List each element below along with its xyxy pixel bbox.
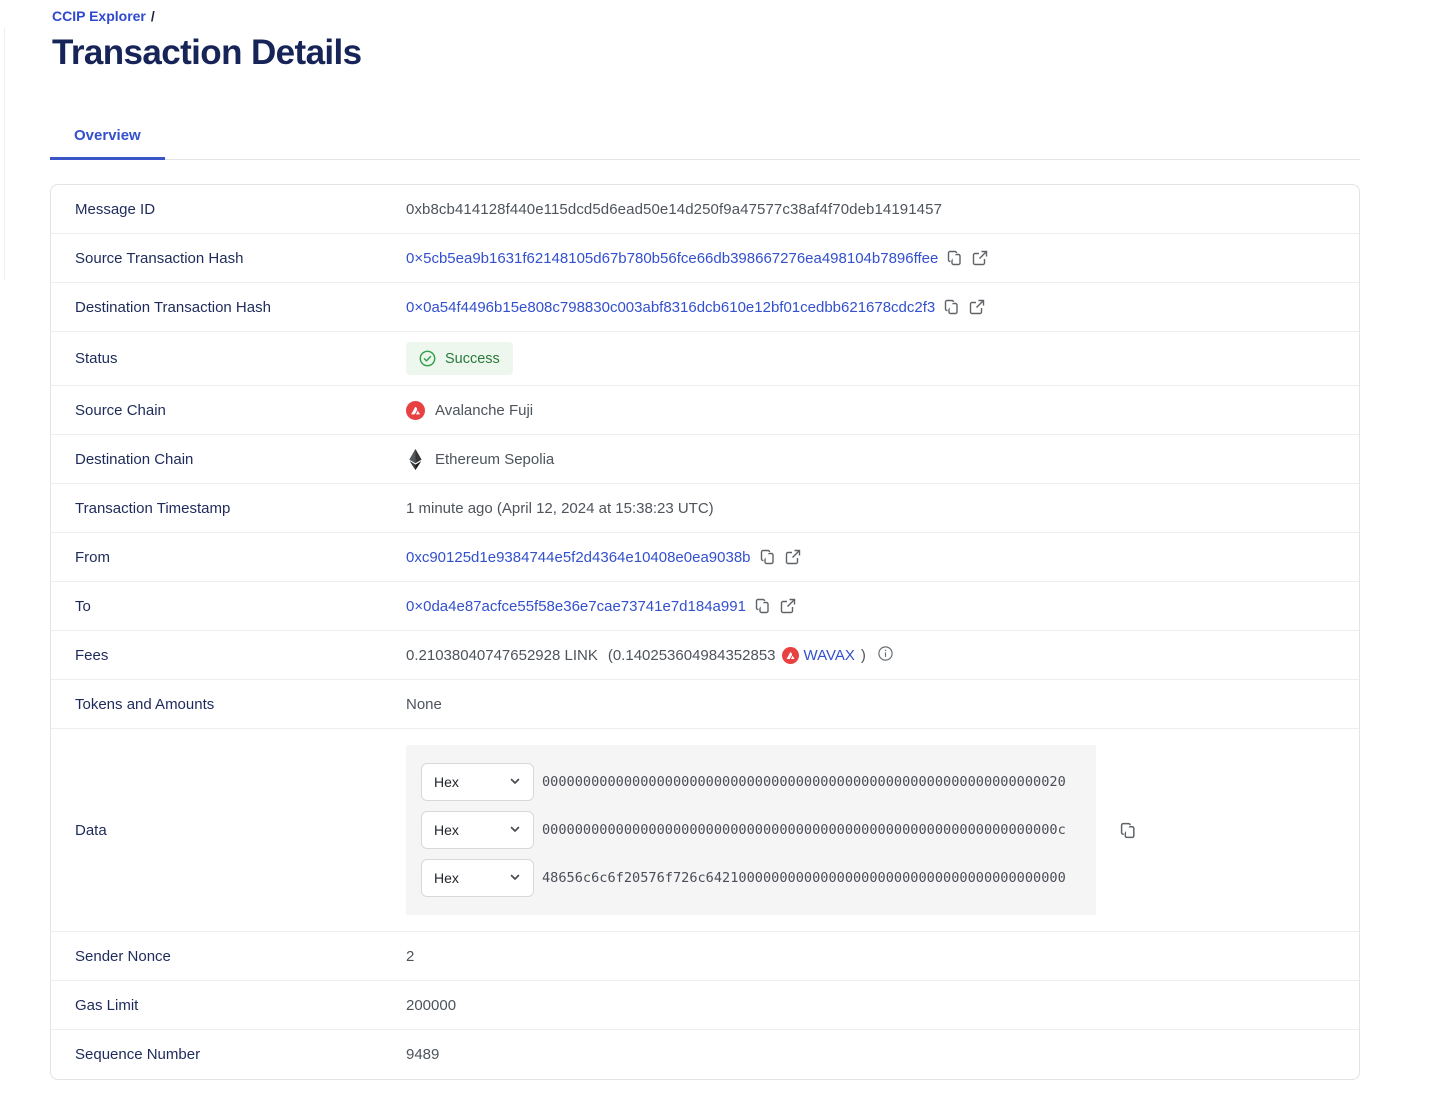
chevron-down-icon xyxy=(509,774,521,790)
chevron-down-icon xyxy=(509,870,521,886)
tokens-amounts-label: Tokens and Amounts xyxy=(75,696,406,713)
data-hex-box: Hex 000000000000000000000000000000000000… xyxy=(406,745,1096,915)
page-edge-line xyxy=(4,28,5,280)
tab-overview[interactable]: Overview xyxy=(50,117,165,160)
fees-info-trigger[interactable] xyxy=(878,646,893,665)
data-format-select-value: Hex xyxy=(434,870,459,886)
row-source-tx-hash: Source Transaction Hash 0×5cb5ea9b1631f6… xyxy=(51,234,1359,283)
external-link-icon xyxy=(785,549,801,565)
message-id-label: Message ID xyxy=(75,201,406,218)
row-tokens-amounts: Tokens and Amounts None xyxy=(51,680,1359,729)
status-badge-text: Success xyxy=(445,351,500,367)
source-tx-external-link-button[interactable] xyxy=(972,250,988,266)
data-line: Hex 000000000000000000000000000000000000… xyxy=(421,811,1081,849)
data-hex-line: 0000000000000000000000000000000000000000… xyxy=(542,822,1066,838)
dest-tx-hash-label: Destination Transaction Hash xyxy=(75,299,406,316)
source-chain-label: Source Chain xyxy=(75,402,406,419)
row-dest-chain: Destination Chain Ethereum Sepolia xyxy=(51,435,1359,484)
message-id-value: 0xb8cb414128f440e115dcd5d6ead50e14d250f9… xyxy=(406,201,1335,218)
data-line: Hex 48656c6c6f20576f726c6421000000000000… xyxy=(421,859,1081,897)
from-label: From xyxy=(75,549,406,566)
fees-label: Fees xyxy=(75,647,406,664)
copy-icon xyxy=(1120,822,1137,839)
data-hex-line: 48656c6c6f20576f726c64210000000000000000… xyxy=(542,870,1066,886)
data-format-select[interactable]: Hex xyxy=(421,763,534,801)
status-badge: Success xyxy=(406,342,513,375)
to-external-link-button[interactable] xyxy=(780,598,796,614)
from-address-link[interactable]: 0xc90125d1e9384744e5f2d4364e10408e0ea903… xyxy=(406,549,751,566)
fees-wavax-prefix: (0.140253604984352853 xyxy=(608,647,776,664)
transaction-details-card: Message ID 0xb8cb414128f440e115dcd5d6ead… xyxy=(50,184,1360,1080)
page-title: Transaction Details xyxy=(50,33,1360,73)
data-format-select[interactable]: Hex xyxy=(421,859,534,897)
breadcrumb: CCIP Explorer / xyxy=(50,8,1360,24)
from-copy-button[interactable] xyxy=(760,549,776,565)
to-copy-button[interactable] xyxy=(755,598,771,614)
row-to: To 0×0da4e87acfce55f58e36e7cae73741e7d18… xyxy=(51,582,1359,631)
copy-icon xyxy=(947,250,963,266)
page-container: CCIP Explorer / Transaction Details Overv… xyxy=(0,0,1435,1080)
sender-nonce-value: 2 xyxy=(406,948,1335,965)
timestamp-value: 1 minute ago (April 12, 2024 at 15:38:23… xyxy=(406,500,1335,517)
data-label: Data xyxy=(75,822,406,839)
external-link-icon xyxy=(972,250,988,266)
gas-limit-value: 200000 xyxy=(406,997,1335,1014)
external-link-icon xyxy=(969,299,985,315)
copy-icon xyxy=(944,299,960,315)
chevron-down-icon xyxy=(509,822,521,838)
tokens-amounts-value: None xyxy=(406,696,1335,713)
avalanche-logo-icon xyxy=(782,647,799,664)
sender-nonce-label: Sender Nonce xyxy=(75,948,406,965)
fees-wavax-link[interactable]: WAVAX xyxy=(782,647,855,664)
row-sequence-number: Sequence Number 9489 xyxy=(51,1030,1359,1079)
row-gas-limit: Gas Limit 200000 xyxy=(51,981,1359,1030)
row-timestamp: Transaction Timestamp 1 minute ago (Apri… xyxy=(51,484,1359,533)
data-hex-line: 0000000000000000000000000000000000000000… xyxy=(542,774,1066,790)
fees-close-paren: ) xyxy=(861,647,866,664)
row-data: Data Hex 0000000000000000000000000000000… xyxy=(51,729,1359,932)
source-tx-copy-button[interactable] xyxy=(947,250,963,266)
timestamp-label: Transaction Timestamp xyxy=(75,500,406,517)
source-chain-value: Avalanche Fuji xyxy=(435,402,533,419)
copy-icon xyxy=(755,598,771,614)
gas-limit-label: Gas Limit xyxy=(75,997,406,1014)
to-address-link[interactable]: 0×0da4e87acfce55f58e36e7cae73741e7d184a9… xyxy=(406,598,746,615)
dest-tx-hash-link[interactable]: 0×0a54f4496b15e808c798830c003abf8316dcb6… xyxy=(406,299,935,316)
row-fees: Fees 0.21038040747652928 LINK (0.1402536… xyxy=(51,631,1359,680)
breadcrumb-ccip-explorer-link[interactable]: CCIP Explorer xyxy=(52,8,146,24)
data-format-select-value: Hex xyxy=(434,774,459,790)
status-label: Status xyxy=(75,350,406,367)
dest-chain-label: Destination Chain xyxy=(75,451,406,468)
row-sender-nonce: Sender Nonce 2 xyxy=(51,932,1359,981)
dest-tx-copy-button[interactable] xyxy=(944,299,960,315)
avalanche-logo-icon xyxy=(406,401,425,420)
data-format-select[interactable]: Hex xyxy=(421,811,534,849)
data-format-select-value: Hex xyxy=(434,822,459,838)
tab-bar: Overview xyxy=(50,117,1360,160)
check-circle-icon xyxy=(419,350,436,367)
info-icon xyxy=(878,646,893,665)
row-message-id: Message ID 0xb8cb414128f440e115dcd5d6ead… xyxy=(51,185,1359,234)
dest-chain-value: Ethereum Sepolia xyxy=(435,451,554,468)
external-link-icon xyxy=(780,598,796,614)
fees-wavax-label: WAVAX xyxy=(804,647,855,664)
dest-tx-external-link-button[interactable] xyxy=(969,299,985,315)
from-external-link-button[interactable] xyxy=(785,549,801,565)
row-status: Status Success xyxy=(51,332,1359,386)
breadcrumb-separator: / xyxy=(151,8,155,24)
fees-link-amount: 0.21038040747652928 LINK xyxy=(406,647,598,664)
row-from: From 0xc90125d1e9384744e5f2d4364e10408e0… xyxy=(51,533,1359,582)
sequence-number-label: Sequence Number xyxy=(75,1046,406,1063)
source-tx-hash-link[interactable]: 0×5cb5ea9b1631f62148105d67b780b56fce66db… xyxy=(406,250,938,267)
ethereum-logo-icon xyxy=(406,449,425,470)
to-label: To xyxy=(75,598,406,615)
data-copy-button[interactable] xyxy=(1120,822,1137,839)
source-tx-hash-label: Source Transaction Hash xyxy=(75,250,406,267)
row-dest-tx-hash: Destination Transaction Hash 0×0a54f4496… xyxy=(51,283,1359,332)
row-source-chain: Source Chain Avalanche Fuji xyxy=(51,386,1359,435)
data-line: Hex 000000000000000000000000000000000000… xyxy=(421,763,1081,801)
copy-icon xyxy=(760,549,776,565)
sequence-number-value: 9489 xyxy=(406,1046,1335,1063)
